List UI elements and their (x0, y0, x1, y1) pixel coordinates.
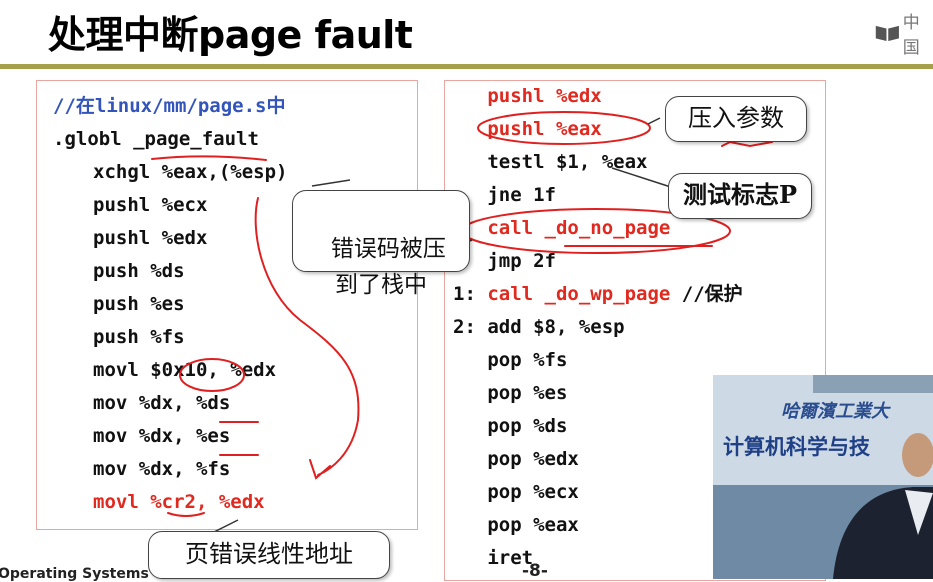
underline-page-fault (151, 155, 267, 161)
callout-error-code: 错误码被压 到了栈中 (292, 190, 470, 298)
course-name: Operating Systems (0, 566, 149, 582)
circle-0x10 (179, 358, 245, 392)
video-sign-line2: 计算机科学与技 (723, 435, 870, 459)
presenter-video: 哈爾濱工業大 计算机科学与技 (713, 375, 933, 579)
underline-cr2 (167, 512, 205, 517)
callout-linear-addr: 页错误线性地址 (148, 531, 390, 579)
underline-params (721, 140, 773, 148)
callout-linear-addr-text: 页错误线性地址 (185, 540, 353, 568)
callout-push-params-text: 压入参数 (688, 104, 784, 132)
callout-test-flag: 测试标志P (668, 173, 812, 219)
circle-pushl-eax (477, 111, 651, 145)
callout-push-params: 压入参数 (665, 96, 807, 142)
page-number: -8- (522, 561, 548, 581)
callout-test-flag-text: 测试标志P (682, 180, 798, 209)
video-sign-line1: 哈爾濱工業大 (781, 401, 889, 422)
